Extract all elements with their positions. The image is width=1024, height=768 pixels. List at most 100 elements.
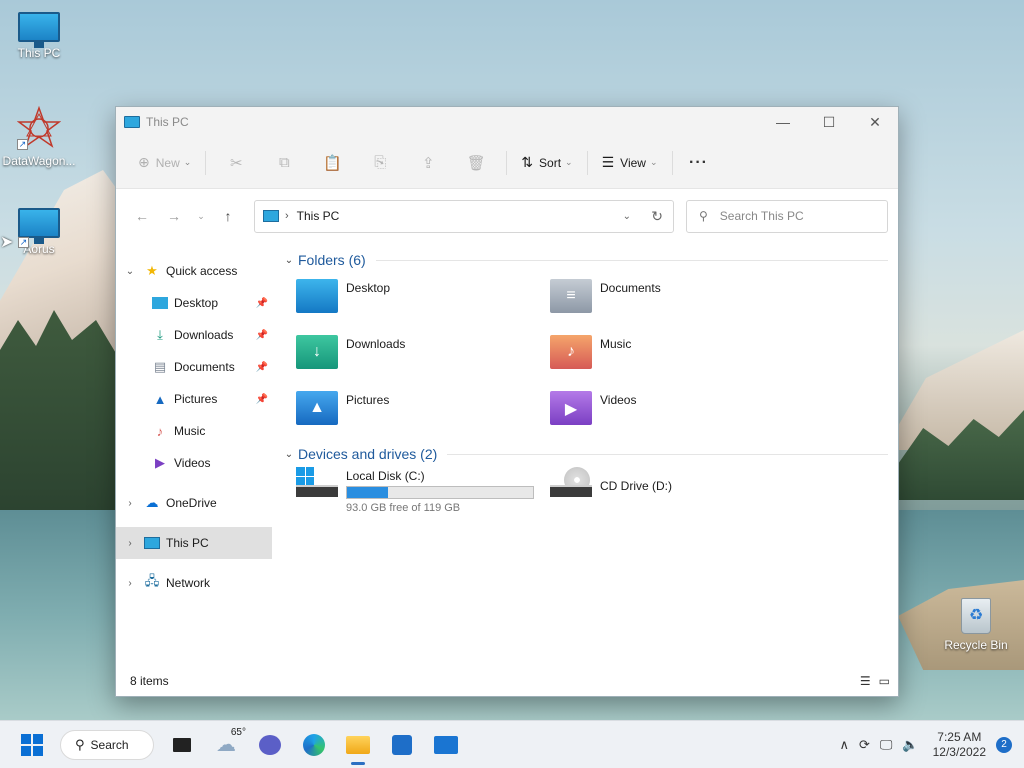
see-more-button[interactable]: ··· — [679, 154, 719, 172]
search-box[interactable]: ⚲ Search This PC — [686, 199, 888, 233]
chevron-down-icon: ⌄ — [183, 157, 192, 167]
folder-desktop[interactable]: Desktop — [296, 273, 550, 323]
play-icon: ▶ — [564, 401, 578, 418]
tiles-view-icon[interactable]: ▭ — [879, 674, 890, 688]
sidebar-item-label: Downloads — [174, 328, 234, 342]
sidebar-item-onedrive[interactable]: › ☁ OneDrive — [116, 487, 272, 519]
downloads-icon: ⤓ — [157, 327, 163, 342]
drive-cd-d[interactable]: CD Drive (D:) — [550, 467, 804, 517]
cut-button[interactable]: ✂ — [212, 147, 260, 179]
drives-group-header[interactable]: ⌄ Devices and drives (2) — [280, 441, 898, 467]
minimize-button[interactable]: — — [760, 107, 806, 137]
datawagon-icon: ↗ — [16, 105, 62, 150]
chevron-down-icon[interactable]: ⌄ — [623, 211, 631, 222]
plus-circle-icon: ⊕ — [138, 154, 150, 170]
scissors-icon: ✂ — [230, 154, 243, 172]
folder-pictures[interactable]: ▲ Pictures — [296, 385, 550, 435]
title-bar[interactable]: This PC — ☐ ✕ — [116, 107, 898, 137]
sidebar-item-downloads[interactable]: ⤓ Downloads 📌 — [116, 319, 272, 351]
new-label: New — [155, 155, 180, 170]
taskbar-search-button[interactable]: ⚲ Search — [60, 729, 154, 760]
sidebar-item-network[interactable]: › 🖧 Network — [116, 567, 272, 599]
sidebar-item-this-pc[interactable]: › This PC — [116, 527, 272, 559]
copy-icon: ⧉ — [278, 154, 290, 171]
arrow-right-icon: → — [167, 208, 181, 224]
chevron-down-icon: ⌄ — [649, 157, 658, 167]
sidebar-item-label: OneDrive — [166, 496, 217, 510]
folder-videos[interactable]: ▶ Videos — [550, 385, 804, 435]
computer-icon: ↗ — [18, 208, 60, 248]
clock[interactable]: 7:25 AM 12/3/2022 — [933, 730, 986, 760]
close-button[interactable]: ✕ — [852, 107, 898, 137]
sidebar-item-label: Quick access — [166, 264, 238, 278]
sidebar-item-music[interactable]: ♪ Music — [116, 415, 272, 447]
widgets-button[interactable]: ☁ 65° — [204, 725, 248, 765]
desktop-icon-label: This PC — [17, 46, 61, 60]
chevron-right-icon[interactable]: › — [116, 538, 144, 549]
forward-button[interactable]: → — [158, 201, 190, 231]
volume-icon[interactable]: 🔈 — [902, 737, 918, 753]
back-button[interactable]: ← — [126, 201, 158, 231]
folder-documents[interactable]: ≡ Documents — [550, 273, 804, 323]
notification-badge[interactable]: 2 — [996, 737, 1012, 753]
weather-temperature: 65° — [230, 726, 246, 738]
chevron-right-icon[interactable]: › — [116, 498, 144, 509]
chevron-down-icon: ⌄ — [565, 157, 573, 167]
address-bar[interactable]: › This PC ⌄ ↻ — [254, 199, 674, 233]
desktop-icon-recycle-bin[interactable]: ♻ Recycle Bin — [944, 598, 1008, 652]
store-bag-icon — [392, 734, 412, 755]
drive-usage-bar — [346, 486, 534, 499]
drives-grid: Local Disk (C:) 93.0 GB free of 119 GB C… — [280, 467, 898, 517]
maximize-button[interactable]: ☐ — [806, 107, 852, 137]
sidebar-item-videos[interactable]: ▶ Videos — [116, 447, 272, 479]
task-view-button[interactable] — [160, 725, 204, 765]
copy-button[interactable]: ⧉ — [260, 147, 308, 179]
pin-icon: 📌 — [255, 361, 268, 373]
chevron-right-icon[interactable]: › — [116, 578, 144, 589]
windows-logo-icon — [296, 467, 314, 485]
edge-button[interactable] — [292, 725, 336, 765]
up-button[interactable]: ↑ — [212, 201, 244, 231]
desktop-icon-this-pc[interactable]: This PC — [1, 12, 77, 60]
breadcrumb[interactable]: This PC — [297, 209, 340, 223]
delete-button[interactable]: 🗑 — [452, 147, 500, 179]
new-button[interactable]: ⊕ New ⌄ — [130, 147, 199, 179]
divider — [205, 150, 207, 175]
window-controls: — ☐ ✕ — [760, 107, 898, 137]
start-button[interactable] — [10, 725, 54, 765]
refresh-icon[interactable]: ↻ — [651, 208, 663, 225]
sidebar-item-quick-access[interactable]: ⌄ ★ Quick access — [116, 255, 272, 287]
desktop-icon-datawagon[interactable]: ↗ DataWagon... — [1, 105, 77, 168]
cd-drive-icon — [550, 467, 592, 501]
network-icon: 🖧 — [144, 573, 160, 588]
folders-group-header[interactable]: ⌄ Folders (6) — [280, 247, 898, 273]
store-button[interactable] — [380, 725, 424, 765]
view-button[interactable]: ☰ View ⌄ — [594, 147, 666, 179]
sidebar-item-label: Videos — [174, 456, 211, 470]
details-view-icon[interactable]: ☰ — [860, 674, 871, 688]
update-icon[interactable]: ⟳ — [859, 737, 870, 753]
folder-music[interactable]: ♪ Music — [550, 329, 804, 379]
paste-button[interactable]: 📋 — [308, 147, 356, 179]
mail-button[interactable] — [424, 725, 468, 765]
item-count: 8 items — [130, 674, 169, 688]
pictures-folder-icon: ▲ — [296, 391, 338, 425]
chat-button[interactable] — [248, 725, 292, 765]
shortcut-arrow-icon: ↗ — [18, 237, 29, 248]
pictures-icon: ▲ — [153, 391, 167, 407]
rename-button[interactable]: ⎘ — [356, 147, 404, 179]
file-explorer-button[interactable] — [336, 725, 380, 765]
sidebar-item-label: Network — [166, 576, 211, 590]
share-button[interactable]: ⇪ — [404, 147, 452, 179]
share-icon: ⇪ — [422, 154, 435, 172]
network-status-icon[interactable]: 🖵 — [880, 737, 893, 753]
sort-button[interactable]: ⇅ Sort ⌄ — [513, 147, 580, 179]
chevron-down-icon[interactable]: ⌄ — [116, 266, 144, 277]
chevron-up-icon[interactable]: ∧ — [839, 737, 849, 753]
drive-local-disk-c[interactable]: Local Disk (C:) 93.0 GB free of 119 GB — [296, 467, 550, 517]
folder-downloads[interactable]: ↓ Downloads — [296, 329, 550, 379]
sidebar-item-desktop[interactable]: Desktop 📌 — [116, 287, 272, 319]
sidebar-item-pictures[interactable]: ▲ Pictures 📌 — [116, 383, 272, 415]
recent-locations-button[interactable]: ⌄ — [190, 201, 212, 231]
sidebar-item-documents[interactable]: ▤ Documents 📌 — [116, 351, 272, 383]
